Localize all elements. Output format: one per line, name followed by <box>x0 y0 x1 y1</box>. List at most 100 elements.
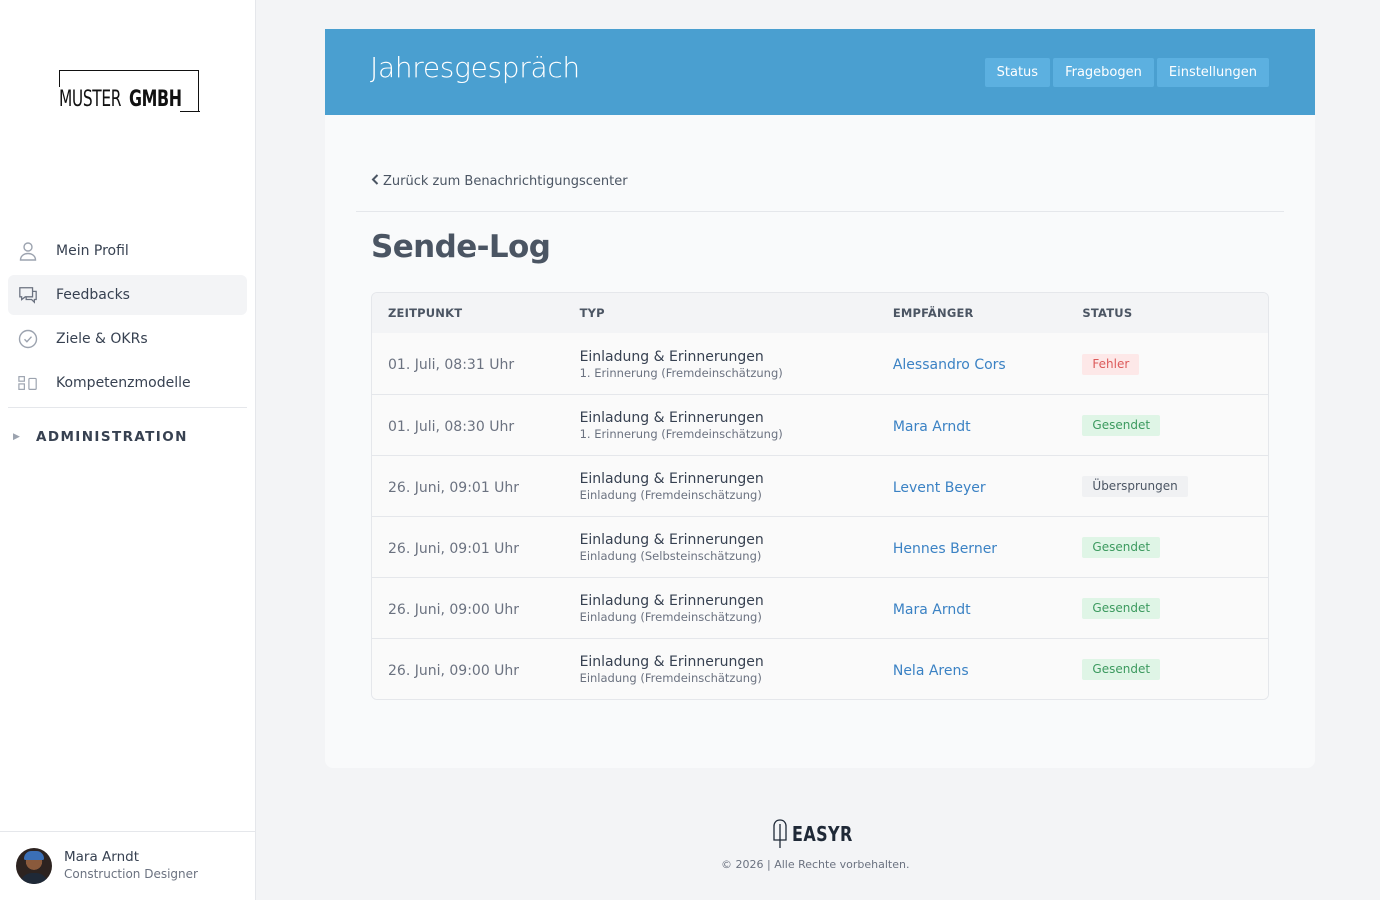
cell-status: Fehler <box>1082 353 1268 375</box>
status-badge: Gesendet <box>1082 415 1161 436</box>
divider <box>356 211 1284 212</box>
cell-type: Einladung & Erinnerungen Einladung (Selbs… <box>580 531 893 563</box>
user-name: Mara Arndt <box>64 849 140 865</box>
cell-time: 26. Juni, 09:00 Uhr <box>372 660 580 679</box>
cell-time: 01. Juli, 08:30 Uhr <box>372 416 580 435</box>
recipient-link[interactable]: Alessandro Cors <box>893 357 1006 373</box>
message-subtype: 1. Erinnerung (Fremdeinschätzung) <box>579 427 783 441</box>
send-time: 26. Juni, 09:01 Uhr <box>388 479 520 496</box>
recipient-link[interactable]: Levent Beyer <box>893 480 986 496</box>
sidebar-item-administration[interactable]: ▶ ADMINISTRATION <box>8 408 247 466</box>
cell-status: Übersprungen <box>1082 475 1268 497</box>
company-logo[interactable]: MUSTER GMBH <box>59 87 195 113</box>
sidebar-item-mein-profil[interactable]: Mein Profil <box>8 231 247 271</box>
card-header: Jahresgespräch Status Fragebogen Einstel… <box>325 29 1315 115</box>
send-time: 26. Juni, 09:01 Uhr <box>388 540 520 557</box>
message-type: Einladung & Erinnerungen <box>579 593 764 609</box>
cell-recipient: Nela Arens <box>893 660 1083 679</box>
sidebar-item-label: Kompetenzmodelle <box>56 375 191 391</box>
status-badge: Fehler <box>1082 353 1140 375</box>
status-badge: Übersprungen <box>1082 476 1188 497</box>
user-info: Mara Arndt Construction Designer <box>64 849 198 883</box>
send-time: 26. Juni, 09:00 Uhr <box>388 662 520 679</box>
message-type: Einladung & Erinnerungen <box>579 471 764 487</box>
column-header-typ: TYP <box>579 306 605 320</box>
table-row: 26. Juni, 09:00 Uhr Einladung & Erinnerun… <box>372 638 1268 699</box>
cell-type: Einladung & Erinnerungen 1. Erinnerung (F… <box>580 348 893 380</box>
footer-logo: EASYR <box>771 818 868 850</box>
logo-text-bold: GMBH <box>129 87 182 112</box>
send-time: 26. Juni, 09:00 Uhr <box>388 601 520 618</box>
back-link[interactable]: Zurück zum Benachrichtigungscenter <box>371 174 628 189</box>
message-subtype: 1. Erinnerung (Fremdeinschätzung) <box>579 365 783 380</box>
recipient-link[interactable]: Nela Arens <box>893 663 969 679</box>
column-header-empfaenger: EMPFÄNGER <box>892 306 974 320</box>
tab-fragebogen[interactable]: Fragebogen <box>1053 58 1154 87</box>
sidebar-nav: Mein Profil Feedbacks Ziele & OKRs Kompe… <box>8 231 247 466</box>
cell-time: 26. Juni, 09:01 Uhr <box>372 477 580 496</box>
back-link-label: Zurück zum Benachrichtigungscenter <box>383 174 628 189</box>
sidebar-item-feedbacks[interactable]: Feedbacks <box>8 275 247 315</box>
cell-recipient: Mara Arndt <box>893 599 1083 618</box>
cell-status: Gesendet <box>1082 658 1268 680</box>
message-subtype: Einladung (Fremdeinschätzung) <box>579 610 762 624</box>
table-row: 01. Juli, 08:31 Uhr Einladung & Erinnerun… <box>372 333 1268 394</box>
cell-status: Gesendet <box>1082 597 1268 619</box>
table-body: 01. Juli, 08:31 Uhr Einladung & Erinnerun… <box>372 333 1268 699</box>
avatar <box>16 848 52 884</box>
admin-label: ADMINISTRATION <box>36 429 188 445</box>
status-badge: Gesendet <box>1082 598 1161 619</box>
message-type: Einladung & Erinnerungen <box>579 532 764 548</box>
send-time: 01. Juli, 08:31 Uhr <box>388 357 515 373</box>
recipient-link[interactable]: Hennes Berner <box>893 541 997 557</box>
status-badge: Gesendet <box>1082 537 1161 558</box>
user-icon <box>18 241 38 261</box>
caret-right-icon: ▶ <box>13 432 20 442</box>
sidebar-item-label: Feedbacks <box>56 287 130 303</box>
sidebar: MUSTER GMBH Mein Profil Feedbacks Ziele … <box>0 0 256 900</box>
cell-type: Einladung & Erinnerungen Einladung (Fremd… <box>580 653 893 685</box>
user-role: Construction Designer <box>64 867 198 881</box>
chevron-left-icon <box>371 174 379 189</box>
message-subtype: Einladung (Selbsteinschätzung) <box>579 549 762 563</box>
cell-type: Einladung & Erinnerungen Einladung (Fremd… <box>580 470 893 502</box>
recipient-link[interactable]: Mara Arndt <box>893 602 971 618</box>
cell-type: Einladung & Erinnerungen Einladung (Fremd… <box>580 592 893 624</box>
status-badge: Gesendet <box>1082 659 1161 680</box>
tab-einstellungen[interactable]: Einstellungen <box>1156 58 1269 87</box>
sidebar-item-label: Mein Profil <box>56 243 129 259</box>
send-time: 01. Juli, 08:30 Uhr <box>388 418 515 435</box>
cell-time: 26. Juni, 09:00 Uhr <box>372 599 580 618</box>
header-tabs: Status Fragebogen Einstellungen <box>984 58 1269 87</box>
cell-recipient: Levent Beyer <box>893 477 1083 496</box>
footer-brand: EASYR <box>792 822 853 846</box>
page-header-title: Jahresgespräch <box>370 51 580 84</box>
cell-time: 01. Juli, 08:31 Uhr <box>372 354 580 373</box>
message-subtype: Einladung (Fremdeinschätzung) <box>579 488 762 502</box>
cell-time: 26. Juni, 09:01 Uhr <box>372 538 580 557</box>
recipient-link[interactable]: Mara Arndt <box>893 419 971 435</box>
cell-recipient: Mara Arndt <box>893 416 1083 435</box>
message-type: Einladung & Erinnerungen <box>579 410 764 426</box>
cell-type: Einladung & Erinnerungen 1. Erinnerung (F… <box>580 409 893 441</box>
sidebar-item-label: Ziele & OKRs <box>56 331 148 347</box>
sidebar-item-kompetenzmodelle[interactable]: Kompetenzmodelle <box>8 363 247 403</box>
easyr-logo-icon <box>771 818 789 850</box>
cell-status: Gesendet <box>1082 536 1268 558</box>
page-title: Sende-Log <box>371 229 551 265</box>
logo-text-light: MUSTER <box>59 87 122 112</box>
user-profile[interactable]: Mara Arndt Construction Designer <box>0 831 255 900</box>
table-row: 26. Juni, 09:01 Uhr Einladung & Erinnerun… <box>372 516 1268 577</box>
main-card: Jahresgespräch Status Fragebogen Einstel… <box>325 29 1315 768</box>
tab-status[interactable]: Status <box>984 58 1051 87</box>
sidebar-item-ziele-okrs[interactable]: Ziele & OKRs <box>8 319 247 359</box>
column-header-status: STATUS <box>1082 306 1133 320</box>
table-row: 26. Juni, 09:00 Uhr Einladung & Erinnerun… <box>372 577 1268 638</box>
column-header-zeitpunkt: ZEITPUNKT <box>388 306 463 320</box>
send-log-table: ZEITPUNKT TYP EMPFÄNGER STATUS 01. Juli,… <box>371 292 1269 700</box>
model-icon <box>18 373 38 393</box>
table-header: ZEITPUNKT TYP EMPFÄNGER STATUS <box>372 293 1268 333</box>
footer-copyright: © 2026 | Alle Rechte vorbehalten. <box>721 858 910 871</box>
cell-recipient: Alessandro Cors <box>893 354 1083 373</box>
cell-recipient: Hennes Berner <box>893 538 1083 557</box>
